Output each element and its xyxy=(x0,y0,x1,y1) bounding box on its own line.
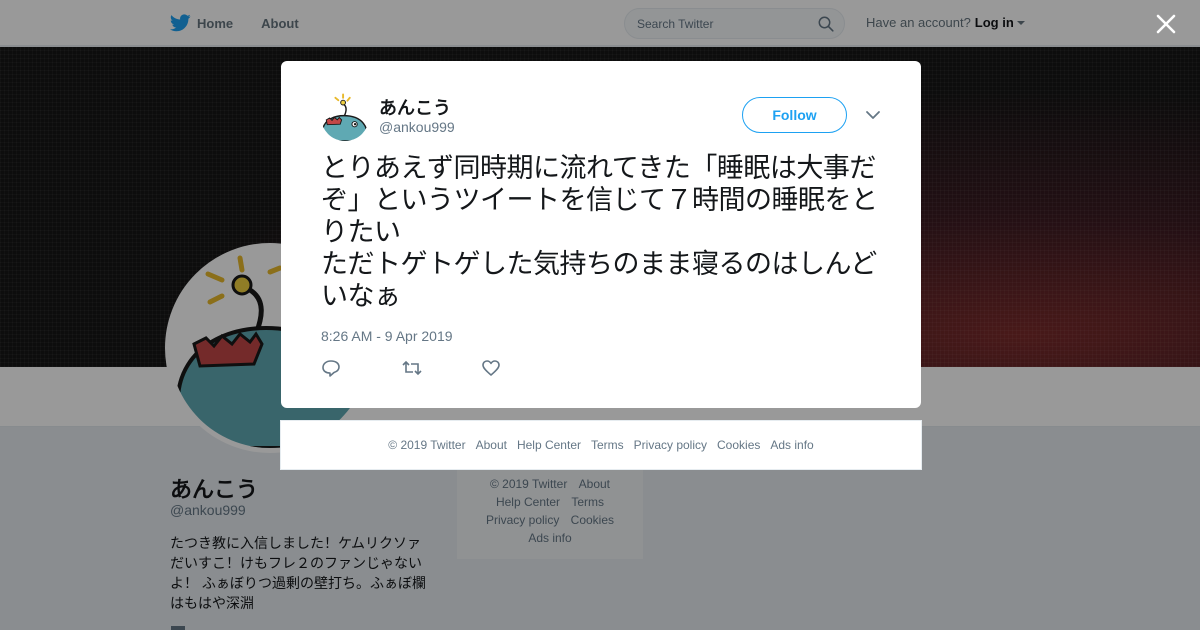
tweet-timestamp[interactable]: 8:26 AM - 9 Apr 2019 xyxy=(321,328,453,344)
footer-copyright: © 2019 Twitter xyxy=(388,438,466,452)
close-icon[interactable] xyxy=(1154,12,1178,36)
modal-footer: © 2019 Twitter About Help Center Terms P… xyxy=(280,420,922,470)
footer-terms-link[interactable]: Terms xyxy=(591,438,624,452)
tweet-modal: あんこう @ankou999 Follow とりあえず同時期に流れてきた「睡眠は… xyxy=(281,61,921,408)
chevron-down-icon[interactable] xyxy=(865,109,881,121)
tweet-text: とりあえず同時期に流れてきた「睡眠は大事だぞ」というツイートを信じて７時間の睡眠… xyxy=(321,153,878,312)
tweet-author-name[interactable]: あんこう xyxy=(379,94,451,120)
tweet-actions xyxy=(321,359,561,379)
retweet-icon xyxy=(402,360,422,376)
footer-ads-link[interactable]: Ads info xyxy=(770,438,813,452)
like-button[interactable] xyxy=(481,359,561,379)
retweet-button[interactable] xyxy=(401,359,481,379)
heart-icon xyxy=(482,360,500,376)
tweet-author-avatar[interactable] xyxy=(321,93,369,141)
anglerfish-avatar-small xyxy=(321,93,369,141)
footer-help-link[interactable]: Help Center xyxy=(517,438,581,452)
footer-cookies-link[interactable]: Cookies xyxy=(717,438,760,452)
tweet-author-handle[interactable]: @ankou999 xyxy=(379,119,455,135)
reply-icon xyxy=(322,360,340,377)
footer-about-link[interactable]: About xyxy=(476,438,507,452)
footer-privacy-link[interactable]: Privacy policy xyxy=(634,438,707,452)
follow-button[interactable]: Follow xyxy=(742,97,847,133)
reply-button[interactable] xyxy=(321,359,401,379)
